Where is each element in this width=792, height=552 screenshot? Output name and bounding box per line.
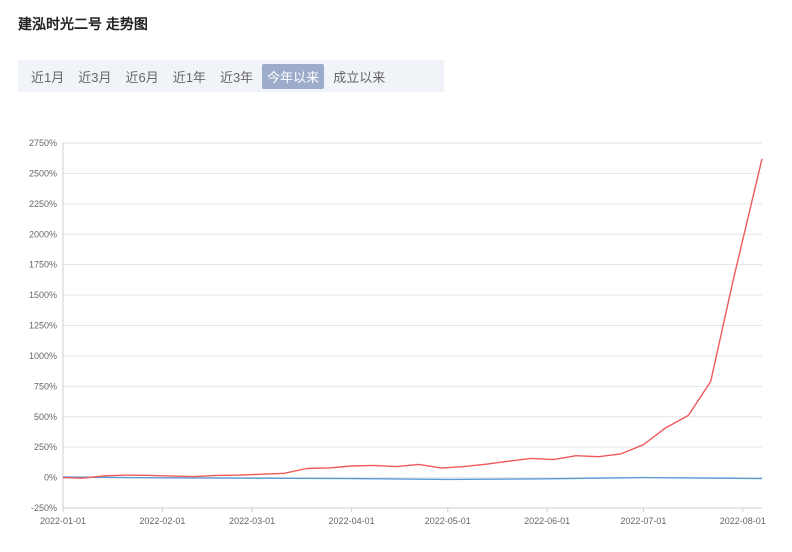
y-tick-label: -250% bbox=[31, 503, 57, 513]
x-tick-label: 2022-07-01 bbox=[620, 516, 666, 526]
chart-gridlines bbox=[62, 142, 762, 509]
x-tick-label: 2022-03-01 bbox=[229, 516, 275, 526]
y-tick-label: 1250% bbox=[29, 321, 57, 331]
x-tick-label: 2022-06-01 bbox=[524, 516, 570, 526]
tab-3-years[interactable]: 近3年 bbox=[215, 64, 258, 89]
trend-line-chart: 2750% 2500% 2250% 2000% 1750% 1500% 1250% 1000%… bbox=[29, 138, 766, 526]
y-tick-label: 1750% bbox=[29, 260, 57, 270]
y-tick-label: 750% bbox=[34, 381, 57, 391]
tab-year-to-date[interactable]: 今年以来 bbox=[262, 63, 325, 89]
fund-return-line bbox=[62, 158, 763, 479]
x-tick-label: 2022-02-01 bbox=[139, 516, 185, 526]
tab-1-month[interactable]: 近1月 bbox=[26, 64, 69, 89]
tab-1-year[interactable]: 近1年 bbox=[168, 64, 211, 89]
x-tick-label: 2022-08-01 bbox=[720, 516, 766, 526]
y-tick-label: 500% bbox=[34, 412, 57, 422]
y-tick-label: 1500% bbox=[29, 290, 57, 300]
y-tick-label: 2250% bbox=[29, 199, 57, 209]
y-tick-label: 1000% bbox=[29, 351, 57, 361]
tab-3-months[interactable]: 近3月 bbox=[73, 64, 116, 89]
x-tick-label: 2022-04-01 bbox=[329, 516, 375, 526]
y-tick-label: 0% bbox=[44, 473, 57, 483]
y-tick-label: 2500% bbox=[29, 168, 57, 178]
y-tick-label: 250% bbox=[34, 442, 57, 452]
x-axis-tick-labels: 2022-01-01 2022-02-01 2022-03-01 2022-04-01… bbox=[40, 508, 766, 526]
x-tick-label: 2022-05-01 bbox=[425, 516, 471, 526]
y-axis-tick-labels: 2750% 2500% 2250% 2000% 1750% 1500% 1250% 1000%… bbox=[29, 138, 57, 513]
y-tick-label: 2000% bbox=[29, 229, 57, 239]
chart-series bbox=[62, 158, 763, 481]
tab-since-inception[interactable]: 成立以来 bbox=[328, 64, 390, 89]
x-tick-label: 2022-01-01 bbox=[40, 516, 86, 526]
y-tick-label: 2750% bbox=[29, 138, 57, 148]
time-range-selector: 近1月 近3月 近6月 近1年 近3年 今年以来 成立以来 bbox=[18, 60, 444, 92]
page-title: 建泓时光二号 走势图 bbox=[18, 16, 148, 32]
tab-6-months[interactable]: 近6月 bbox=[120, 64, 163, 89]
